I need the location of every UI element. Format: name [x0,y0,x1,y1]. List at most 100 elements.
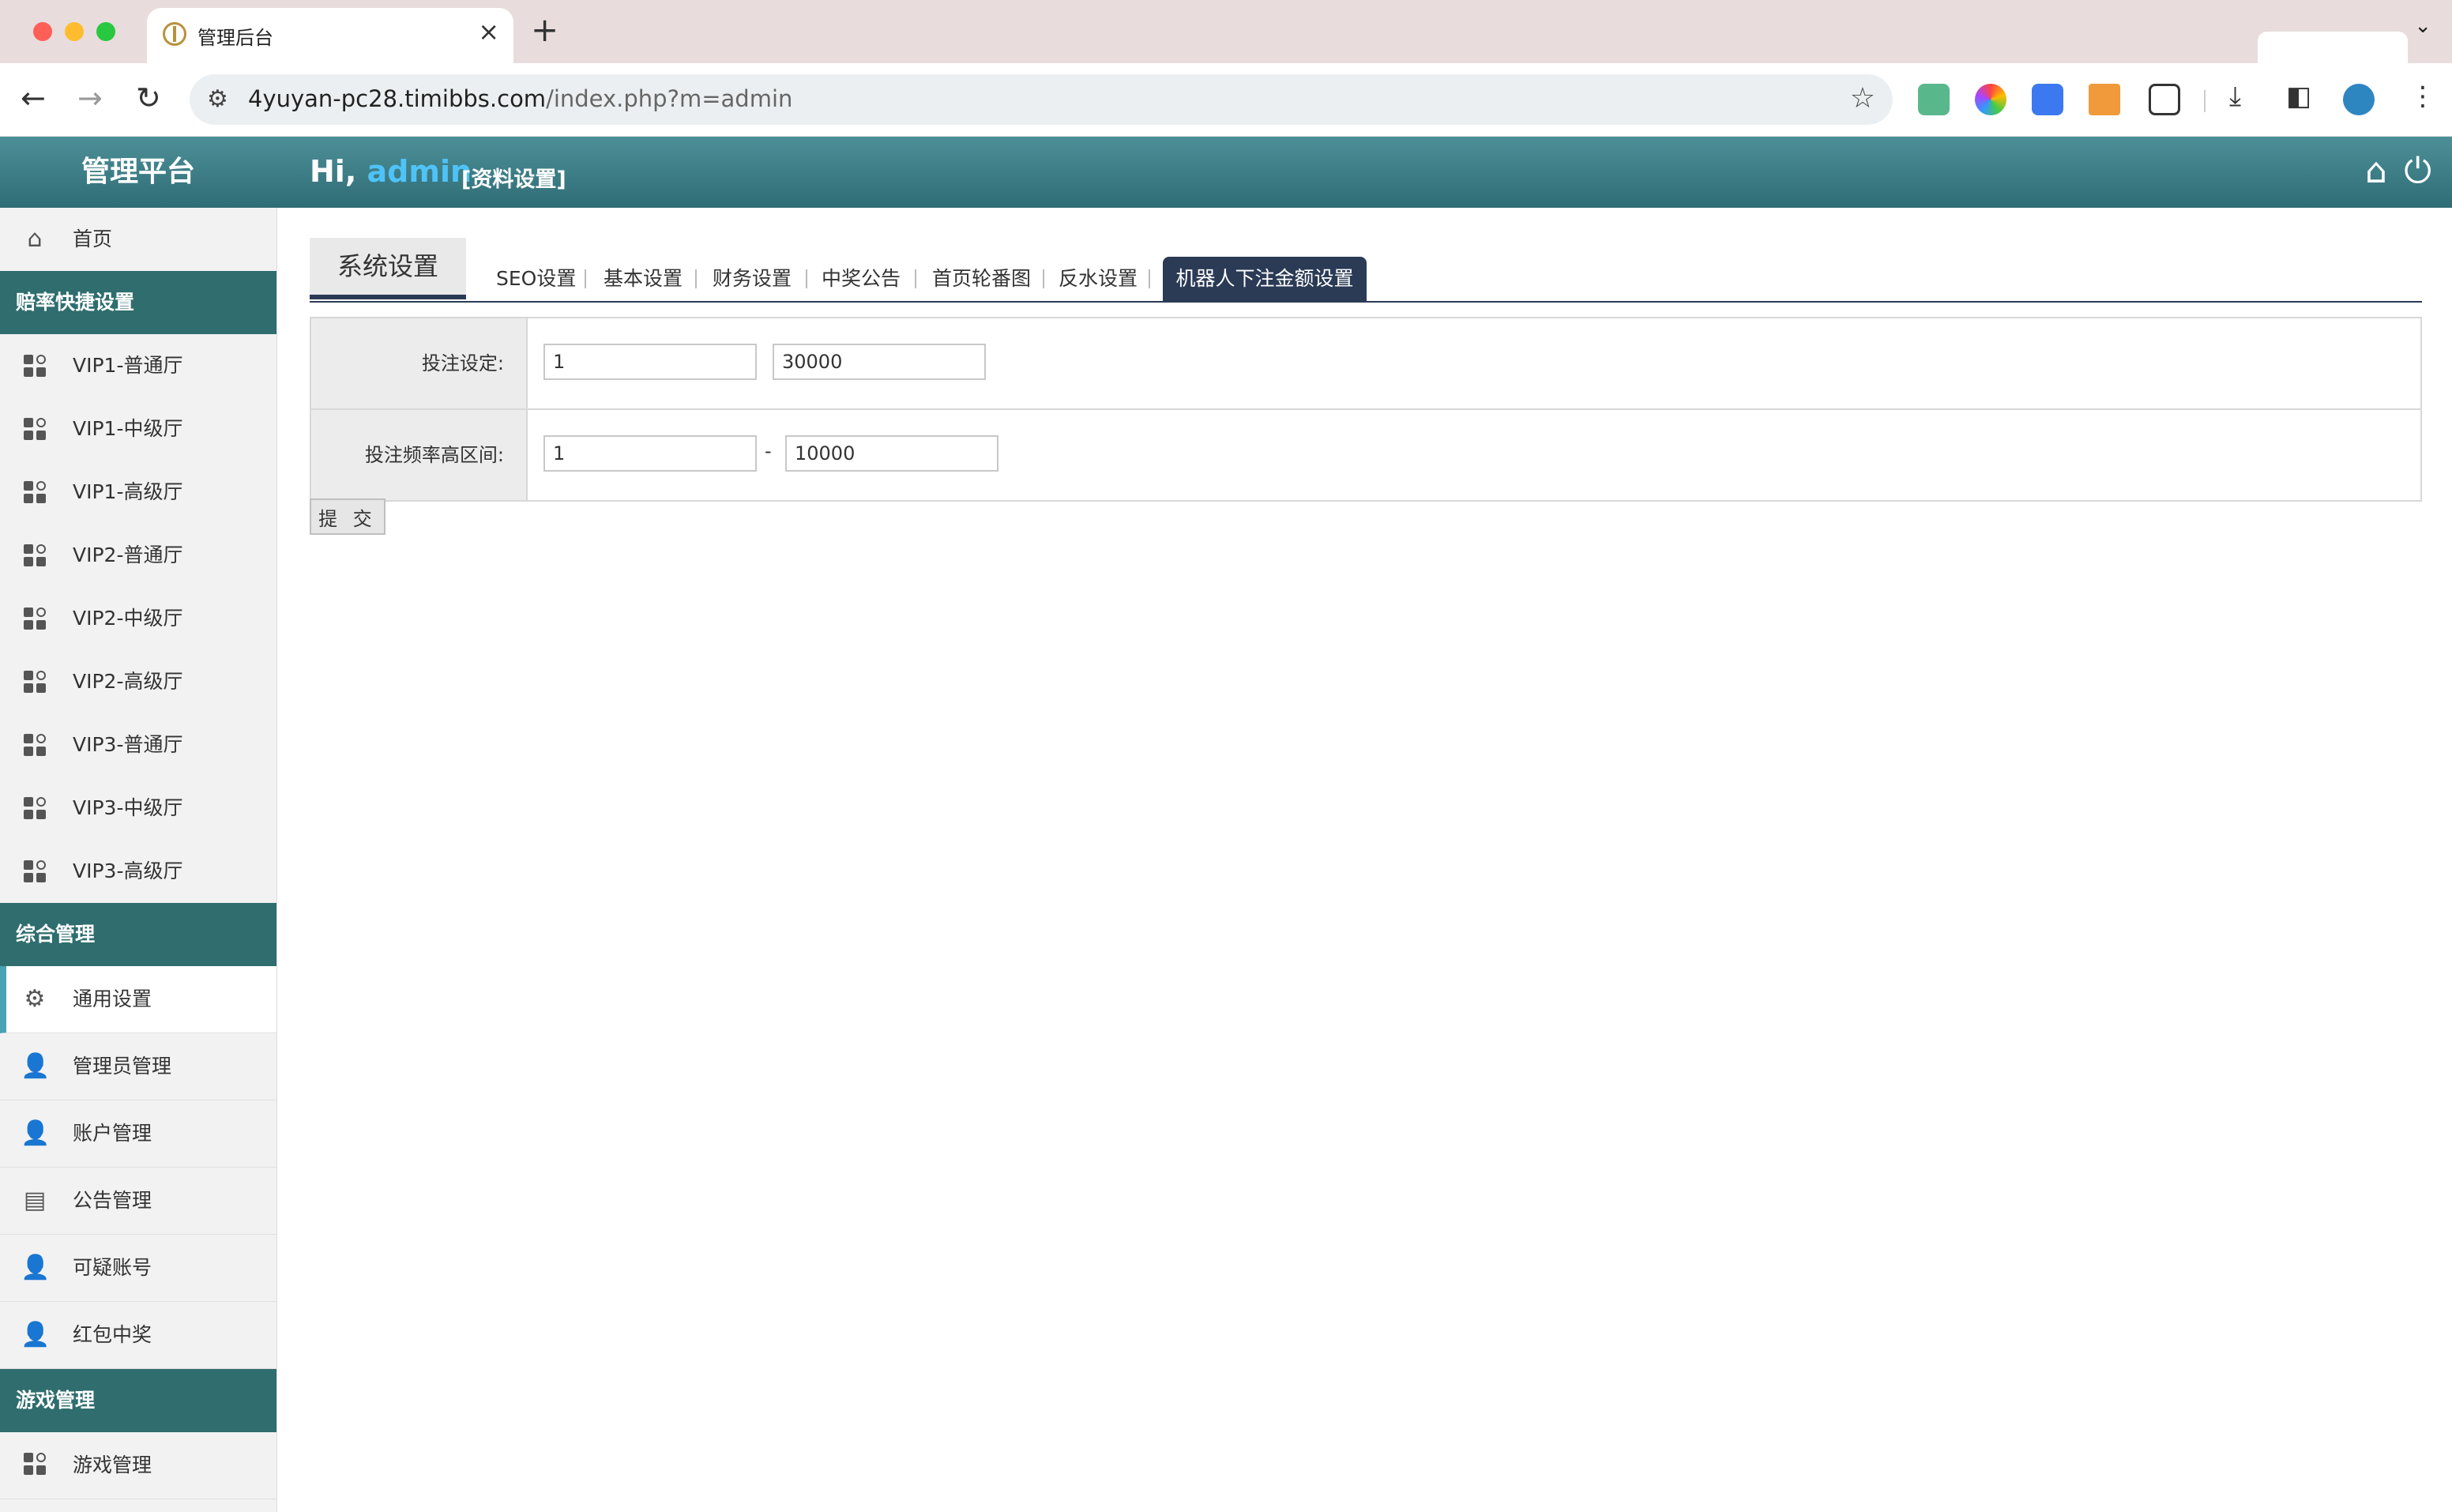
frequency-max-input[interactable] [785,435,998,472]
bookmark-star-icon[interactable]: ☆ [1850,82,1875,115]
extension-fox-icon[interactable] [2089,84,2120,115]
grid-icon [21,713,49,780]
username[interactable]: admin [367,154,472,189]
close-tab-icon[interactable]: × [478,17,499,46]
sidebar-item-label: VIP3-中级厅 [73,796,183,819]
sidebar-item-game-management[interactable]: 游戏管理 [0,1432,276,1499]
address-url[interactable]: 4yuyan-pc28.timibbs.com/index.php?m=admi… [248,85,792,112]
sidebar-item-label: 管理员管理 [73,1055,172,1078]
range-dash: - [765,440,772,462]
grid-icon [21,334,49,401]
home-icon[interactable]: ⌂ [2365,151,2387,191]
tabstrip-blank-area [2258,32,2408,63]
reload-icon[interactable]: ↻ [136,81,161,115]
zoom-window-button[interactable] [96,22,115,41]
sidebar-item-label: VIP2-中级厅 [73,607,183,630]
home-icon: ⌂ [27,225,43,253]
download-icon[interactable]: ⤓ [2229,81,2241,112]
sidebar-section-games[interactable]: 游戏管理 [0,1369,276,1432]
site-favicon-icon [163,22,186,46]
browser-tab-title: 管理后台 [197,27,273,49]
sidebar-item-home[interactable]: ⌂ 首页 [0,208,276,271]
sidebar-item-vip2-normal[interactable]: VIP2-普通厅 [0,524,276,587]
tab-robot-bet-amount[interactable]: 机器人下注金额设置 [1163,257,1367,301]
sidebar-item-general-settings[interactable]: ⚙ 通用设置 [0,966,276,1033]
profile-avatar[interactable] [2343,84,2375,115]
sidebar-item-label: 首页 [73,228,113,250]
browser-tabstrip: 管理后台 × + ⌄ [0,0,2452,63]
sidebar-item-vip2-mid[interactable]: VIP2-中级厅 [0,587,276,650]
logout-power-icon[interactable]: ⏻ [2404,151,2431,191]
extensions-puzzle-icon[interactable] [2149,84,2180,115]
sidebar-section-odds[interactable]: 赔率快捷设置 [0,271,276,334]
sidebar-item-label: VIP1-普通厅 [73,354,183,377]
minimize-window-button[interactable] [65,22,84,41]
url-path: /index.php?m=admin [546,85,793,112]
notice-icon: ▤ [23,1187,47,1214]
browser-menu-icon[interactable]: ⋮ [2409,81,2436,112]
grid-icon [21,777,49,844]
tab-divider [585,269,586,288]
grid-icon [21,461,49,528]
site-settings-icon[interactable]: ⚙ [207,85,228,113]
sidebar-item-vip3-high[interactable]: VIP3-高级厅 [0,840,276,903]
sidebar-item-vip3-normal[interactable]: VIP3-普通厅 [0,713,276,777]
grid-icon [21,650,49,717]
close-window-button[interactable] [33,22,52,41]
sidebar-item-vip1-normal[interactable]: VIP1-普通厅 [0,334,276,397]
tab-rebate-settings[interactable]: 反水设置 [1059,266,1138,291]
tab-divider [695,269,697,288]
grid-icon [21,397,49,465]
sidebar-item-vip2-high[interactable]: VIP2-高级厅 [0,650,276,713]
sidebar: ⌂ 首页 赔率快捷设置 VIP1-普通厅 VIP1-中级厅 VIP1-高级厅 V… [0,208,277,1512]
tab-basic-settings[interactable]: 基本设置 [604,266,683,291]
tab-winning-notice[interactable]: 中奖公告 [822,266,901,291]
tab-seo-settings[interactable]: SEO设置 [496,266,576,291]
extension-cursor-icon[interactable] [2032,84,2063,115]
tab-search-chevron-icon[interactable]: ⌄ [2414,14,2431,38]
sidebar-item-vip3-mid[interactable]: VIP3-中级厅 [0,777,276,840]
bet-min-input[interactable] [543,344,757,380]
submit-button[interactable]: 提 交 [310,498,385,535]
sidebar-item-label: VIP2-普通厅 [73,543,183,566]
profile-settings-link[interactable]: [资料设置] [461,162,566,193]
toolbar-divider [2204,90,2206,112]
sidebar-item-suspicious-accounts[interactable]: 👤 可疑账号 [0,1235,276,1302]
tab-home-carousel[interactable]: 首页轮番图 [932,266,1031,291]
grid-icon [21,1432,49,1501]
sidebar-item-label: 通用设置 [73,987,152,1010]
tab-divider [915,269,916,288]
extension-refresh-icon[interactable] [1918,84,1950,115]
sidebar-item-vip1-high[interactable]: VIP1-高级厅 [0,461,276,524]
gear-icon: ⚙ [24,985,46,1013]
tab-divider [1149,269,1150,288]
extension-color-icon[interactable] [1975,84,2006,115]
sidebar-item-account-management[interactable]: 👤 账户管理 [0,1100,276,1168]
new-tab-icon[interactable]: + [531,11,558,49]
forward-arrow-icon[interactable]: → [77,81,103,115]
frequency-min-input[interactable] [543,435,757,472]
user-icon: 👤 [21,1119,51,1147]
sidebar-item-label: VIP3-普通厅 [73,733,183,756]
sidebar-item-notice-management[interactable]: ▤ 公告管理 [0,1168,276,1235]
user-icon: 👤 [21,1254,51,1281]
section-tab-system-settings[interactable]: 系统设置 [310,238,466,299]
side-panel-icon[interactable]: ◧ [2286,81,2311,112]
browser-tab[interactable]: 管理后台 × [147,8,513,63]
sidebar-item-vip1-mid[interactable]: VIP1-中级厅 [0,397,276,461]
sidebar-item-admin-management[interactable]: 👤 管理员管理 [0,1033,276,1100]
sidebar-item-red-packet[interactable]: 👤 红包中奖 [0,1302,276,1369]
back-arrow-icon[interactable]: ← [21,81,46,115]
bet-max-input[interactable] [773,344,986,380]
brand-title: 管理平台 [81,156,195,188]
sidebar-section-general[interactable]: 综合管理 [0,903,276,966]
form-row-frequency: 投注频率高区间: - [311,410,2420,500]
sidebar-item-label: VIP2-高级厅 [73,670,183,693]
form-row-bet: 投注设定: [311,318,2420,410]
sidebar-item-label: 游戏管理 [73,1454,152,1476]
sidebar-item-label: VIP3-高级厅 [73,859,183,882]
tab-divider [806,269,807,288]
greeting: Hi, admin [310,154,472,189]
address-bar[interactable]: ⚙ 4yuyan-pc28.timibbs.com/index.php?m=ad… [190,74,1893,125]
tab-finance-settings[interactable]: 财务设置 [713,266,792,291]
